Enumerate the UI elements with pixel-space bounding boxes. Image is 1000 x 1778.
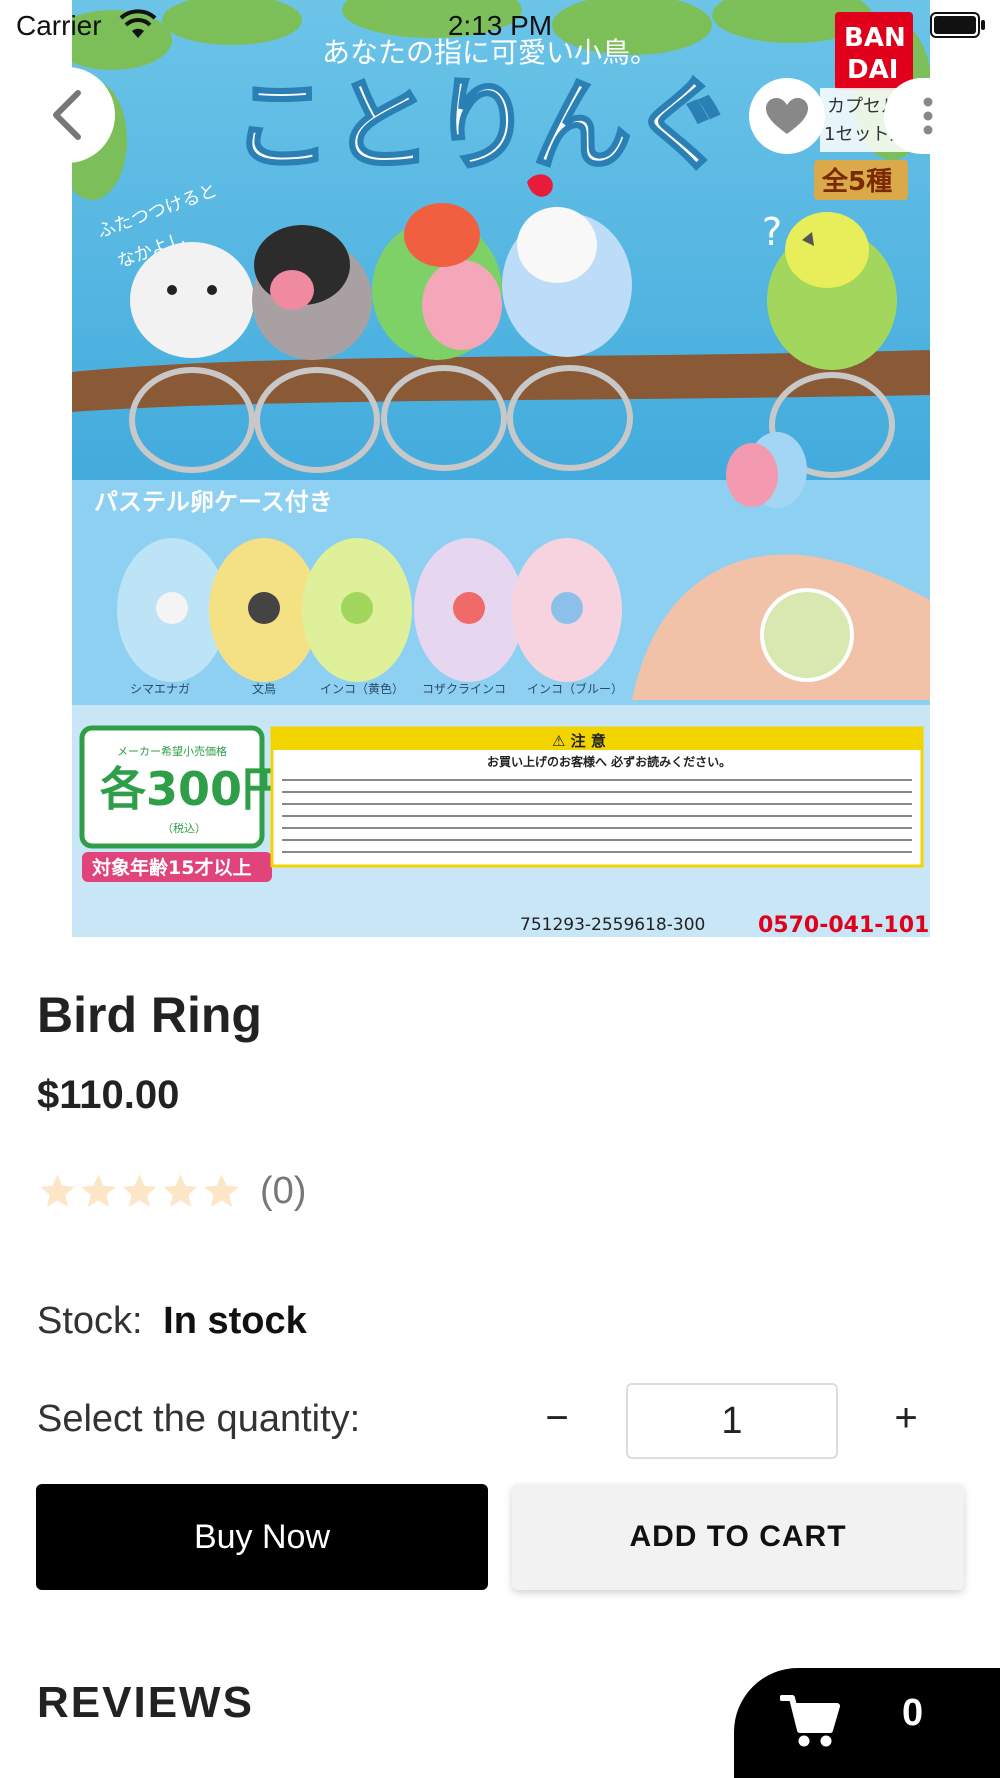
status-bar: Carrier 2:13 PM xyxy=(0,0,1000,50)
star-icon xyxy=(122,1174,157,1207)
price-badge-line1: メーカー希望小売価格 xyxy=(117,744,227,758)
quantity-increase-button[interactable]: + xyxy=(876,1396,936,1446)
more-vertical-icon xyxy=(923,97,933,135)
price-badge-line3: （税込） xyxy=(162,821,206,835)
heart-icon xyxy=(766,98,808,134)
product-code: 751293-2559618-300 xyxy=(520,915,705,935)
stock-label: Stock: xyxy=(37,1300,143,1342)
egg-name-4: コザクラインコ xyxy=(422,682,506,696)
price-badge-line2: 各300円 xyxy=(100,762,288,816)
star-icon xyxy=(40,1174,75,1207)
stock-value: In stock xyxy=(163,1300,307,1342)
star-icon xyxy=(163,1174,198,1207)
product-title: Bird Ring xyxy=(37,987,262,1043)
favorite-button[interactable] xyxy=(749,78,825,154)
support-phone: 0570-041-101 xyxy=(758,913,929,937)
shopping-cart-icon xyxy=(780,1695,840,1747)
quantity-input[interactable]: 1 xyxy=(626,1383,838,1459)
product-price: $110.00 xyxy=(37,1073,180,1117)
buy-now-button[interactable]: Buy Now xyxy=(36,1484,488,1590)
battery-icon xyxy=(930,12,985,38)
cart-count-badge: 0 xyxy=(902,1692,924,1734)
warning-subtitle: お買い上げのお客様へ 必ずお読みください。 xyxy=(487,754,731,769)
more-options-button[interactable] xyxy=(884,78,1000,154)
floating-cart-button[interactable]: 0 xyxy=(734,1668,1000,1778)
back-button[interactable] xyxy=(0,67,115,163)
quantity-decrease-button[interactable]: − xyxy=(527,1396,587,1446)
egg-name-2: 文鳥 xyxy=(252,681,276,696)
age-badge: 対象年齢15才以上 xyxy=(91,856,251,879)
chevron-left-icon xyxy=(53,90,81,140)
rating[interactable]: (0) xyxy=(37,1170,306,1213)
rating-count: (0) xyxy=(260,1170,307,1212)
star-icon xyxy=(204,1174,239,1207)
add-to-cart-button[interactable]: ADD TO CART xyxy=(512,1484,964,1590)
hero-product-name: ことりんぐ xyxy=(232,67,732,184)
warning-title: ⚠ 注 意 xyxy=(552,732,606,750)
egg-name-3: インコ（黄色） xyxy=(320,682,404,696)
svg-text:?: ? xyxy=(762,210,782,254)
egg-name-1: シマエナガ xyxy=(130,682,190,696)
egg-name-5: インコ（ブルー） xyxy=(527,681,623,696)
variety-badge: 全5種 xyxy=(821,166,892,197)
star-icon xyxy=(81,1174,116,1207)
status-time: 2:13 PM xyxy=(447,10,553,41)
stock-status: Stock: In stock xyxy=(37,1300,307,1343)
egg-caption: パステル卵ケース付き xyxy=(94,488,333,516)
reviews-heading: REVIEWS xyxy=(37,1678,254,1727)
quantity-label: Select the quantity: xyxy=(37,1398,361,1440)
brand-logo-line2: DAI xyxy=(847,55,898,85)
